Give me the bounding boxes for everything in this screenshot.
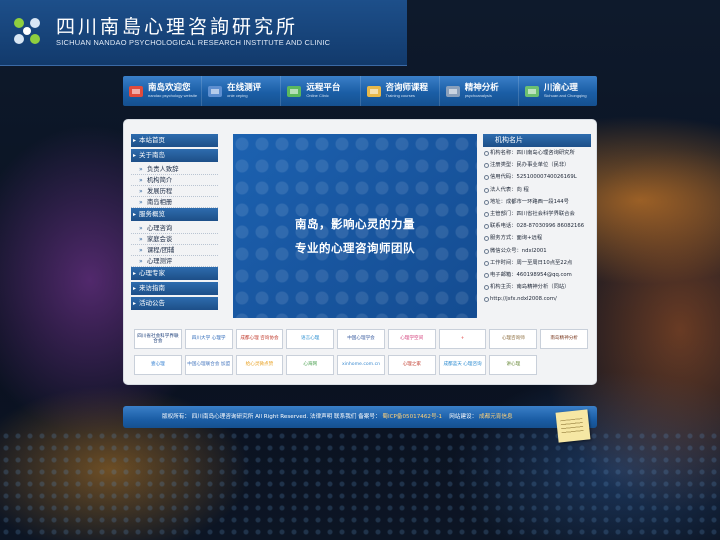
institution-card-row: 信用代码：52510000740026169L bbox=[483, 171, 591, 183]
nav-item-sublabel: onie ceping bbox=[227, 93, 248, 99]
hero-banner[interactable]: 南岛，影响心灵的力量 专业的心理咨询师团队 bbox=[233, 134, 477, 318]
sidebar-item[interactable]: 心理咨询 bbox=[131, 223, 218, 234]
institution-card-row: http://jsfx.ndxl2008.com/ bbox=[483, 293, 591, 305]
partner-links: 四川省社会科学界联合会 四川大学 心理学 成都心理 咨询协会 语言心理 中国心理学会 心理… bbox=[134, 329, 588, 377]
banner-subheadline: 专业的心理咨询师团队 bbox=[295, 241, 415, 255]
nav-item-text: 南岛欢迎您 nandao psychology website bbox=[148, 84, 197, 99]
partner-logo-link[interactable]: xinhome.com.cn bbox=[337, 354, 385, 375]
nav-item-text: 川渝心理 Sichuan and Chongqing bbox=[544, 84, 587, 99]
institution-card-row: 注册类型：民办事业单位（民非） bbox=[483, 159, 591, 171]
sidebar-item[interactable]: 负责人致辞 bbox=[131, 164, 218, 175]
nav-item-label: 川渝心理 bbox=[543, 82, 578, 93]
site-header: 四川南島心理咨詢研究所 SICHUAN NANDAO PSYCHOLOGICAL… bbox=[0, 0, 407, 66]
institution-card-row: 微信公众号：ndxl2001 bbox=[483, 245, 591, 257]
partner-logo-link[interactable]: 心理学空间 bbox=[387, 329, 436, 349]
nav-item-label: 精神分析 bbox=[464, 82, 499, 93]
site-title: 四川南島心理咨詢研究所 bbox=[56, 16, 299, 38]
nav-item-sublabel: Training courses bbox=[385, 93, 415, 99]
nav-item-sublabel: Online Clinic bbox=[306, 93, 329, 99]
sidebar-item[interactable]: 心理测评 bbox=[131, 256, 218, 267]
sidebar-item[interactable]: 课程/团辅 bbox=[131, 245, 218, 256]
partner-logo-link[interactable]: 南岛精神分析 bbox=[540, 329, 588, 349]
nav-item-text: 咨询师课程 Training courses bbox=[386, 84, 429, 99]
nav-item-text: 远程平台 Online Clinic bbox=[306, 84, 340, 99]
institution-card-row: 机构名称：四川南岛心理咨询研究所 bbox=[483, 147, 591, 159]
partner-logo-link[interactable]: 成都蓝天 心理咨询 bbox=[438, 354, 487, 375]
nav-item-label: 咨询师课程 bbox=[385, 82, 429, 93]
people-icon bbox=[287, 86, 302, 97]
partner-logo-link[interactable]: 心海网 bbox=[286, 354, 335, 375]
sidebar-group-5[interactable]: 活动公告 bbox=[131, 297, 218, 310]
institution-card-row: 主管部门：四川省社会科学界联合会 bbox=[483, 208, 591, 220]
partner-logo-link[interactable]: + bbox=[438, 329, 487, 349]
sidebar-item[interactable]: 发展历程 bbox=[131, 186, 218, 197]
partner-logo-link[interactable]: 心理咨询师 bbox=[489, 329, 538, 349]
partner-logo-link[interactable]: 四川省社会科学界联合会 bbox=[134, 329, 182, 349]
partner-logo-link[interactable]: 中国心理学会 bbox=[337, 329, 385, 349]
sidebar-group-2[interactable]: 服务概览 bbox=[131, 208, 218, 221]
footer-owner: 四川南岛心理咨询研究所 All Right Reserved. 法律声明 联系我… bbox=[191, 414, 381, 420]
nav-item-sublabel: psychoanalysis bbox=[464, 93, 492, 99]
partner-logo-link[interactable]: 给心灵微点赞 bbox=[235, 354, 284, 375]
nav-item-sublabel: nandao psychology website bbox=[148, 93, 198, 99]
sidebar-group-1[interactable]: 关于南岛 bbox=[131, 149, 218, 162]
nav-item-5[interactable]: 川渝心理 Sichuan and Chongqing bbox=[519, 76, 597, 106]
sticky-note-icon[interactable] bbox=[555, 409, 591, 443]
nav-item-1[interactable]: 在线测评 onie ceping bbox=[202, 76, 282, 106]
nav-item-4[interactable]: 精神分析 psychoanalysis bbox=[440, 76, 519, 106]
banner-headline: 南岛，影响心灵的力量 bbox=[295, 217, 415, 231]
nav-item-text: 精神分析 psychoanalysis bbox=[465, 84, 499, 99]
nav-item-2[interactable]: 远程平台 Online Clinic bbox=[281, 76, 361, 106]
sidebar-menu: 本站首页关于南岛负责人致辞机构简介发展历程南岛相册服务概览心理咨询家庭会谈课程/… bbox=[131, 134, 218, 312]
site-footer: 版权所有： 四川南岛心理咨询研究所 All Right Reserved. 法律… bbox=[123, 406, 597, 428]
nav-item-label: 远程平台 bbox=[306, 82, 341, 93]
institution-card-row: 电子邮箱：460198954@qq.com bbox=[483, 269, 591, 281]
institution-card-row: 法人代表：向 程 bbox=[483, 184, 591, 196]
site-subtitle: SICHUAN NANDAO PSYCHOLOGICAL RESEARCH IN… bbox=[56, 38, 331, 47]
partner-logo-link[interactable]: 语言心理 bbox=[286, 329, 335, 349]
logo-icon[interactable] bbox=[10, 14, 44, 48]
computer-icon bbox=[208, 86, 223, 97]
sidebar-item[interactable]: 南岛相册 bbox=[131, 197, 218, 208]
sidebar-group-3[interactable]: 心理专家 bbox=[131, 267, 218, 280]
institution-card-row: 联系电话：028-87030996 86082166 bbox=[483, 220, 591, 232]
nav-item-0[interactable]: 南岛欢迎您 nandao psychology website bbox=[123, 76, 203, 106]
nav-item-label: 南岛欢迎您 bbox=[148, 82, 191, 93]
institution-card-title: 机构名片 bbox=[483, 134, 591, 147]
partner-logo-link[interactable]: 中国心理联合会 加盟 bbox=[184, 354, 233, 375]
institution-card-row: 地址：成都市一环路西一段144号 bbox=[483, 196, 591, 208]
sidebar-group-4[interactable]: 来访指南 bbox=[131, 282, 218, 295]
nav-item-3[interactable]: 咨询师课程 Training courses bbox=[361, 76, 440, 106]
background-pattern bbox=[0, 430, 720, 540]
footer-icp-link[interactable]: 蜀ICP备05017462号-1 bbox=[382, 414, 442, 420]
handshake-icon bbox=[524, 86, 539, 97]
footer-builder-link[interactable]: 成都元宵信息 bbox=[479, 414, 513, 420]
partner-logo-link[interactable]: 成都心理 咨询协会 bbox=[235, 329, 284, 349]
partner-logo-link[interactable]: 壹心理 bbox=[134, 354, 182, 375]
institution-card-list: 机构名称：四川南岛心理咨询研究所 注册类型：民办事业单位（民非） 信用代码：5251… bbox=[483, 147, 591, 305]
main-nav: 南岛欢迎您 nandao psychology website 在线测评 onie c… bbox=[123, 76, 597, 106]
institution-card-row: 工作时间：周一至周日10点至22点 bbox=[483, 257, 591, 269]
sidebar-item[interactable]: 家庭会谈 bbox=[131, 234, 218, 245]
nav-item-text: 在线测评 onie ceping bbox=[227, 84, 261, 99]
institution-card: 机构名片 机构名称：四川南岛心理咨询研究所 注册类型：民办事业单位（民非） 信用代码… bbox=[483, 134, 591, 305]
book-icon bbox=[366, 86, 381, 97]
nav-item-label: 在线测评 bbox=[227, 82, 262, 93]
nav-item-sublabel: Sichuan and Chongqing bbox=[543, 93, 587, 99]
partner-logo-link[interactable]: 四川大学 心理学 bbox=[184, 329, 233, 349]
footer-copyright-label: 版权所有： bbox=[162, 414, 190, 420]
sidebar-group-0[interactable]: 本站首页 bbox=[131, 134, 218, 147]
partner-logo-link[interactable]: 心理之家 bbox=[387, 354, 436, 375]
main-panel: 本站首页关于南岛负责人致辞机构简介发展历程南岛相册服务概览心理咨询家庭会谈课程/… bbox=[123, 119, 597, 385]
footer-build-label: 网站建设： bbox=[449, 414, 478, 420]
institution-card-row: 服务方式：面询+远程 bbox=[483, 232, 591, 244]
laptop-icon bbox=[445, 86, 460, 97]
sidebar-item[interactable]: 机构简介 bbox=[131, 175, 218, 186]
institution-card-row: 机构主页：南岛精神分析（同站） bbox=[483, 281, 591, 293]
house-icon bbox=[129, 86, 143, 97]
partner-logo-link[interactable]: 讲心理 bbox=[489, 354, 538, 375]
